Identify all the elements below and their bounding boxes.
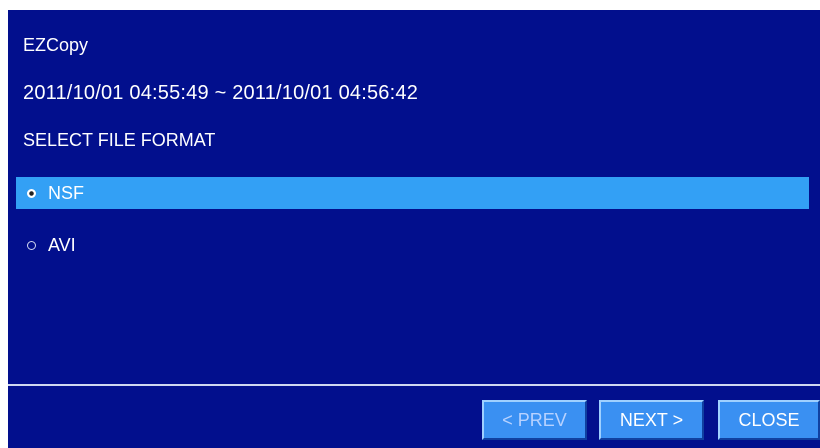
section-heading: SELECT FILE FORMAT	[23, 130, 216, 150]
close-button[interactable]: CLOSE	[718, 400, 820, 440]
radio-selected-icon[interactable]	[27, 188, 36, 198]
option-label: NSF	[48, 182, 84, 203]
time-range: 2011/10/01 04:55:49 ~ 2011/10/01 04:56:4…	[23, 82, 419, 104]
radio-unselected-icon[interactable]	[27, 240, 36, 250]
dialog-title: EZCopy	[23, 35, 89, 55]
option-label: AVI	[48, 234, 76, 255]
divider	[8, 384, 820, 386]
option-nsf[interactable]: NSF	[16, 177, 809, 209]
ezcopy-dialog: EZCopy 2011/10/01 04:55:49 ~ 2011/10/01 …	[8, 10, 820, 448]
next-button[interactable]: NEXT >	[599, 400, 704, 440]
prev-button[interactable]: < PREV	[482, 400, 587, 440]
option-avi[interactable]: AVI	[16, 229, 809, 261]
